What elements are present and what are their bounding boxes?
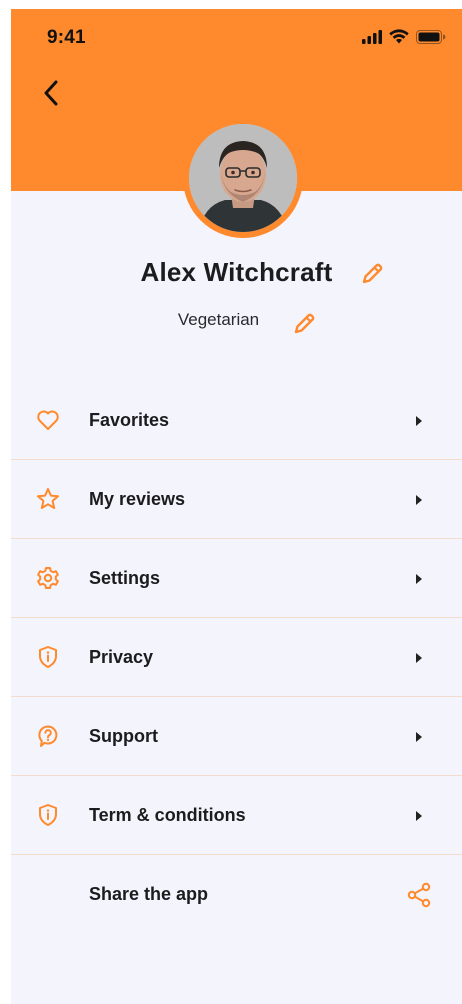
diet-label: Vegetarian: [177, 310, 260, 329]
profile-name: Alex Witchcraft: [140, 257, 333, 287]
edit-name-button[interactable]: [359, 261, 385, 287]
back-button[interactable]: [37, 79, 65, 107]
chevron-right-icon: [416, 811, 422, 821]
chevron-left-icon: [44, 80, 58, 106]
menu-item-label: Privacy: [89, 646, 154, 667]
avatar-frame: [183, 118, 303, 238]
menu-item-label: Share the app: [89, 884, 209, 904]
menu-item-support[interactable]: Support: [11, 697, 462, 776]
menu-item-privacy[interactable]: Privacy: [11, 618, 462, 697]
pencil-icon: [362, 263, 383, 284]
status-bar: 9:41: [11, 9, 462, 69]
star-icon: [35, 486, 61, 512]
menu-item-label: My reviews: [89, 488, 186, 509]
chevron-right-icon: [416, 416, 422, 426]
chevron-right-icon: [416, 732, 422, 742]
menu-item-settings[interactable]: Settings: [11, 539, 462, 618]
diet-row: Vegetarian: [11, 310, 462, 334]
phone-screen: 9:41 Alex Witchcraft Vegetarian Favorite…: [11, 9, 462, 1004]
cellular-signal-icon: [362, 29, 382, 44]
avatar[interactable]: [189, 124, 297, 232]
menu-item-terms[interactable]: Term & conditions: [11, 776, 462, 855]
menu-item-my-reviews[interactable]: My reviews: [11, 460, 462, 539]
menu-item-share-app[interactable]: Share the app: [11, 855, 462, 934]
pencil-icon: [294, 313, 315, 334]
wifi-icon: [389, 29, 409, 44]
profile-name-row: Alex Witchcraft: [11, 257, 462, 288]
edit-diet-button[interactable]: [291, 311, 317, 337]
heart-icon: [35, 407, 61, 433]
menu-item-label: Favorites: [89, 409, 170, 430]
shield-info-icon: [35, 802, 61, 828]
profile-menu: Favorites My reviews Settings Privacy Su…: [11, 381, 462, 934]
shield-info-icon: [35, 644, 61, 670]
menu-item-label: Term & conditions: [89, 804, 246, 825]
gear-icon: [35, 565, 61, 591]
question-bubble-icon: [35, 723, 61, 749]
chevron-right-icon: [416, 653, 422, 663]
chevron-right-icon: [416, 574, 422, 584]
status-icons: [362, 29, 446, 44]
menu-item-label: Settings: [89, 567, 161, 588]
share-icon[interactable]: [405, 881, 433, 909]
menu-item-favorites[interactable]: Favorites: [11, 381, 462, 460]
chevron-right-icon: [416, 495, 422, 505]
battery-icon: [416, 29, 446, 44]
profile-photo-icon: [189, 124, 297, 232]
status-time: 9:41: [47, 27, 86, 48]
menu-item-label: Support: [89, 725, 158, 746]
